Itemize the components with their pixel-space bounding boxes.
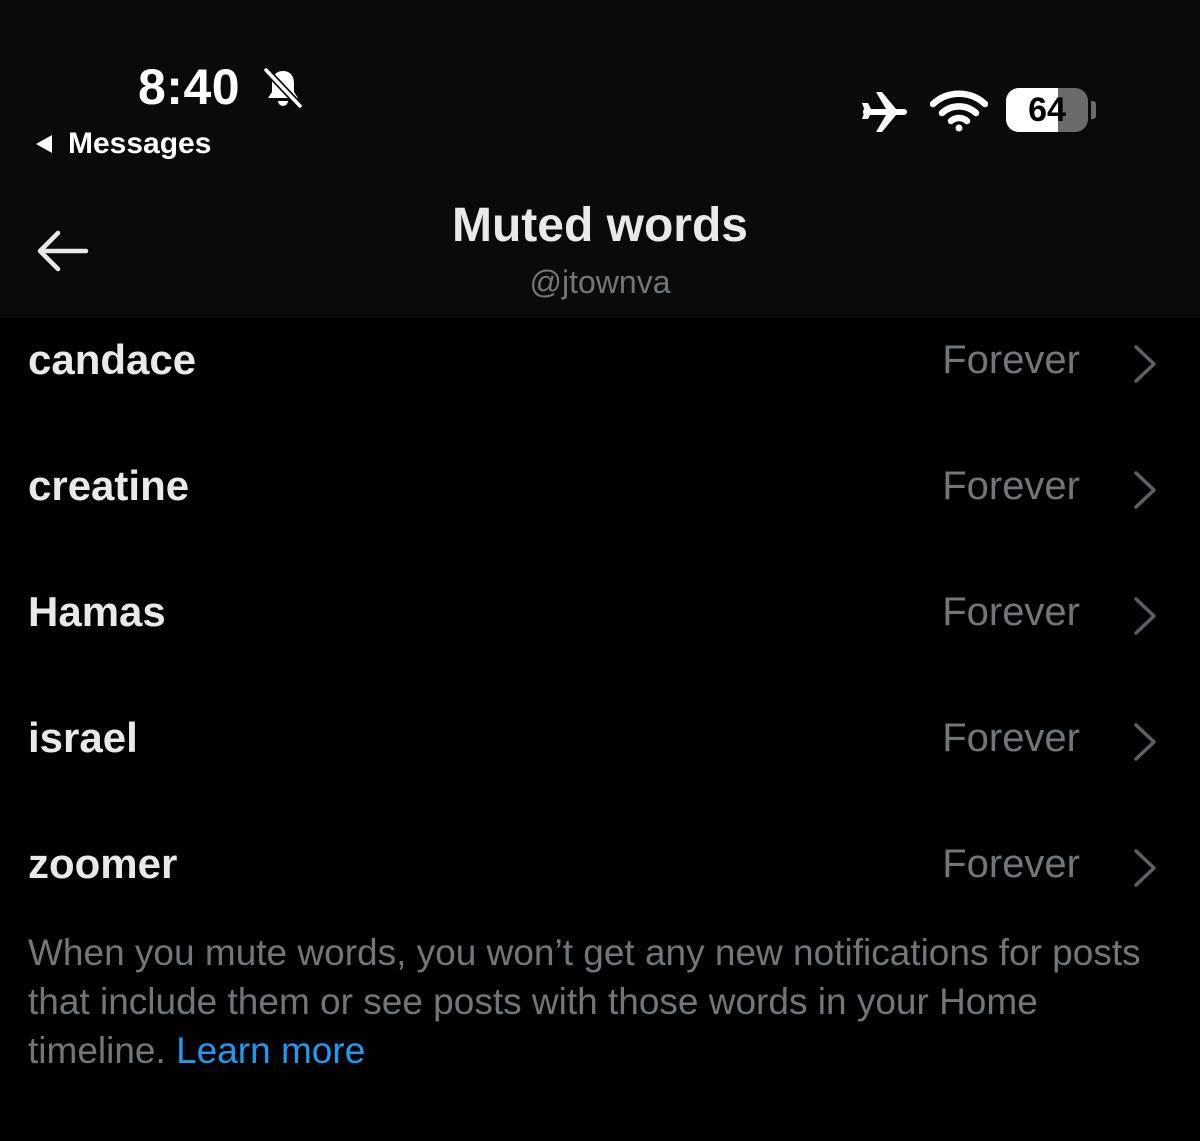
battery-cap [1091, 101, 1096, 119]
battery-level: 64 [1028, 91, 1066, 129]
muted-words-explanation: When you mute words, you won’t get any n… [28, 928, 1178, 1075]
muted-word-row[interactable]: israel Forever [0, 676, 1200, 802]
muted-word: israel [28, 714, 138, 761]
learn-more-link[interactable]: Learn more [176, 1030, 365, 1071]
mute-duration: Forever [942, 464, 1080, 508]
mute-duration: Forever [942, 716, 1080, 760]
wifi-icon [930, 90, 988, 132]
status-time: 8:40 [138, 59, 241, 115]
top-chrome: 8:40 Messages 64 Muted words @jtownva [0, 0, 1200, 318]
page-title: Muted words [452, 199, 748, 252]
airplane-icon [862, 92, 907, 132]
muted-word-row[interactable]: zoomer Forever [0, 802, 1200, 928]
muted-word: zoomer [28, 840, 178, 887]
muted-word-row[interactable]: creatine Forever [0, 424, 1200, 550]
back-triangle-icon [36, 135, 52, 153]
back-to-app-label: Messages [68, 127, 212, 160]
muted-word: Hamas [28, 588, 166, 635]
back-to-messages-button[interactable]: Messages [36, 124, 211, 164]
muted-words-list: candace Forever creatine Forever Hamas F… [0, 298, 1200, 928]
mute-duration: Forever [942, 590, 1080, 634]
mute-duration: Forever [942, 842, 1080, 886]
muted-word: creatine [28, 462, 190, 509]
chevron-right-icon [1134, 345, 1156, 383]
account-handle: @jtownva [529, 264, 671, 300]
mute-duration: Forever [942, 338, 1080, 382]
chevron-right-icon [1134, 471, 1156, 509]
chevron-right-icon [1134, 597, 1156, 635]
chevron-right-icon [1134, 723, 1156, 761]
muted-word-row[interactable]: candace Forever [0, 298, 1200, 424]
muted-word: candace [28, 336, 197, 383]
muted-word-row[interactable]: Hamas Forever [0, 550, 1200, 676]
battery-icon: 64 [1006, 88, 1088, 132]
bell-off-icon [262, 66, 304, 110]
chevron-right-icon [1134, 849, 1156, 887]
